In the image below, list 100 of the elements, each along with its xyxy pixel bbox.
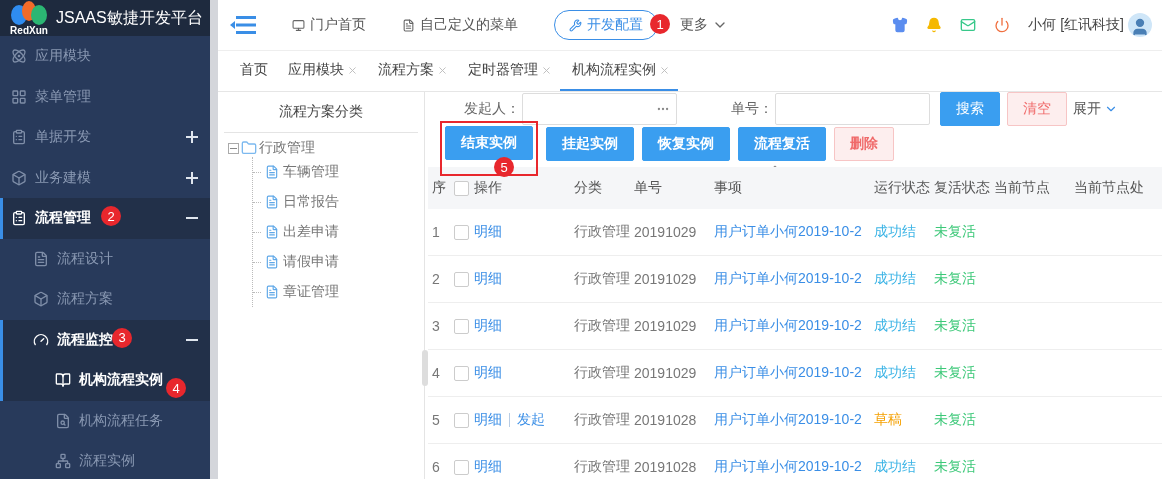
page-tab[interactable]: 流程方案	[366, 51, 456, 91]
column-header: 复活状态	[930, 167, 990, 209]
close-icon[interactable]	[347, 64, 358, 76]
row-link[interactable]: 明细	[474, 317, 502, 333]
subject-link[interactable]: 用户订单小何2019-10-2	[714, 411, 862, 427]
subject-link[interactable]: 用户订单小何2019-10-2	[714, 270, 862, 286]
collapse-icon[interactable]	[228, 142, 239, 154]
document-icon	[265, 225, 279, 239]
shirt-icon[interactable]	[892, 17, 909, 33]
sidebar-item[interactable]: 业务建模	[0, 157, 210, 198]
page-tab[interactable]: 机构流程实例	[560, 51, 678, 91]
plus-icon[interactable]	[186, 131, 198, 144]
menu-item-icon	[11, 88, 27, 105]
page-tab[interactable]: 首页	[228, 51, 276, 91]
table-cell: 行政管理	[570, 209, 630, 256]
table-cell: 20191028	[630, 396, 710, 444]
sidebar-item[interactable]: 流程设计	[0, 238, 210, 279]
input-field[interactable]	[775, 93, 930, 125]
row-link[interactable]: 明细	[474, 223, 502, 239]
subject-link[interactable]: 用户订单小何2019-10-2	[714, 223, 862, 239]
clear-button[interactable]: 清空	[1007, 92, 1067, 126]
row-number: 3	[428, 302, 450, 350]
nav-link[interactable]: 门户首页	[292, 11, 366, 39]
checkbox[interactable]	[454, 272, 469, 288]
close-icon[interactable]	[659, 64, 670, 76]
checkbox[interactable]	[454, 366, 469, 382]
checkbox[interactable]	[454, 460, 469, 476]
action-button[interactable]: 结束实例	[445, 126, 533, 160]
plus-icon[interactable]	[186, 171, 198, 184]
sidebar-item[interactable]: 机构流程任务	[0, 400, 210, 441]
row-link[interactable]: 明细	[474, 458, 502, 474]
sidebar-item[interactable]: 流程实例	[0, 441, 210, 479]
step-marker: 5	[494, 157, 514, 177]
page-tab[interactable]: 应用模块	[276, 51, 366, 91]
tree-node[interactable]: 章证管理	[253, 277, 424, 307]
monitor-icon	[292, 18, 305, 32]
close-icon[interactable]	[541, 64, 552, 76]
nav-link[interactable]: 自己定义的菜单	[402, 11, 518, 39]
checkbox[interactable]	[454, 413, 469, 429]
collapse-handle[interactable]	[422, 350, 428, 386]
row-link[interactable]: 明细	[474, 364, 502, 380]
avatar[interactable]	[1128, 13, 1152, 37]
checkbox[interactable]	[454, 181, 469, 197]
search-button[interactable]: 搜索	[940, 92, 1000, 126]
sidebar-item[interactable]: 应用模块	[0, 36, 210, 77]
document-icon	[265, 285, 279, 299]
menu-item-icon	[33, 331, 49, 348]
action-button[interactable]: 流程复活	[738, 126, 826, 161]
status-text: 未复活	[930, 396, 990, 444]
action-button[interactable]: 挂起实例	[546, 126, 634, 161]
tree-node[interactable]: 车辆管理	[253, 157, 424, 187]
document-icon	[265, 165, 279, 179]
wrench-icon	[569, 18, 582, 32]
sidebar-item[interactable]: 菜单管理	[0, 76, 210, 117]
tree-node[interactable]: 日常报告	[253, 187, 424, 217]
menu-item-icon	[33, 291, 49, 308]
action-button[interactable]: 恢复实例	[642, 126, 730, 161]
more-menu[interactable]: 更多	[680, 16, 728, 34]
checkbox[interactable]	[454, 319, 469, 335]
row-link[interactable]: 明细	[474, 270, 502, 286]
row-number: 5	[428, 396, 450, 444]
table-cell: 20191029	[630, 255, 710, 303]
document-icon	[265, 255, 279, 269]
table-cell: 20191029	[630, 302, 710, 350]
column-header: 事项	[710, 167, 870, 209]
row-link[interactable]: 发起	[517, 411, 545, 427]
checkbox[interactable]	[454, 225, 469, 241]
table-cell: 行政管理	[570, 443, 630, 479]
row-link[interactable]: 明细	[474, 411, 502, 427]
tree-node[interactable]: 请假申请	[253, 247, 424, 277]
menu-item-icon	[11, 48, 27, 65]
scrollbar[interactable]	[210, 0, 218, 479]
table-cell: 20191029	[630, 209, 710, 256]
expand-toggle[interactable]: 展开	[1073, 100, 1118, 118]
status-text: 成功结	[870, 349, 930, 397]
tree-node[interactable]: 出差申请	[253, 217, 424, 247]
close-icon[interactable]	[437, 64, 448, 76]
menu-item-icon	[33, 250, 49, 267]
status-text: 未复活	[930, 302, 990, 350]
power-icon[interactable]	[994, 17, 1011, 33]
row-number: 2	[428, 255, 450, 303]
sidebar-item[interactable]: 流程方案	[0, 279, 210, 320]
action-button[interactable]: 删除	[834, 126, 894, 161]
status-text: 未复活	[930, 349, 990, 397]
table-cell: 20191028	[630, 443, 710, 479]
field-label: 发起人：	[464, 100, 520, 118]
document-icon	[265, 195, 279, 209]
user-name[interactable]: 小何 [红讯科技]	[1028, 16, 1124, 34]
app-title: JSAAS敏捷开发平台	[56, 7, 203, 28]
menu-icon[interactable]	[230, 15, 256, 35]
mail-icon[interactable]	[960, 17, 977, 33]
tree-node[interactable]: 行政管理	[218, 133, 424, 157]
subject-link[interactable]: 用户订单小何2019-10-2	[714, 317, 862, 333]
logo: RedXun	[8, 0, 50, 36]
subject-link[interactable]: 用户订单小何2019-10-2	[714, 364, 862, 380]
page-tab[interactable]: 定时器管理	[456, 51, 560, 91]
sidebar-item[interactable]: 单据开发	[0, 117, 210, 158]
bell-icon[interactable]	[926, 17, 943, 33]
input-field[interactable]	[522, 93, 677, 125]
subject-link[interactable]: 用户订单小何2019-10-2	[714, 458, 862, 474]
